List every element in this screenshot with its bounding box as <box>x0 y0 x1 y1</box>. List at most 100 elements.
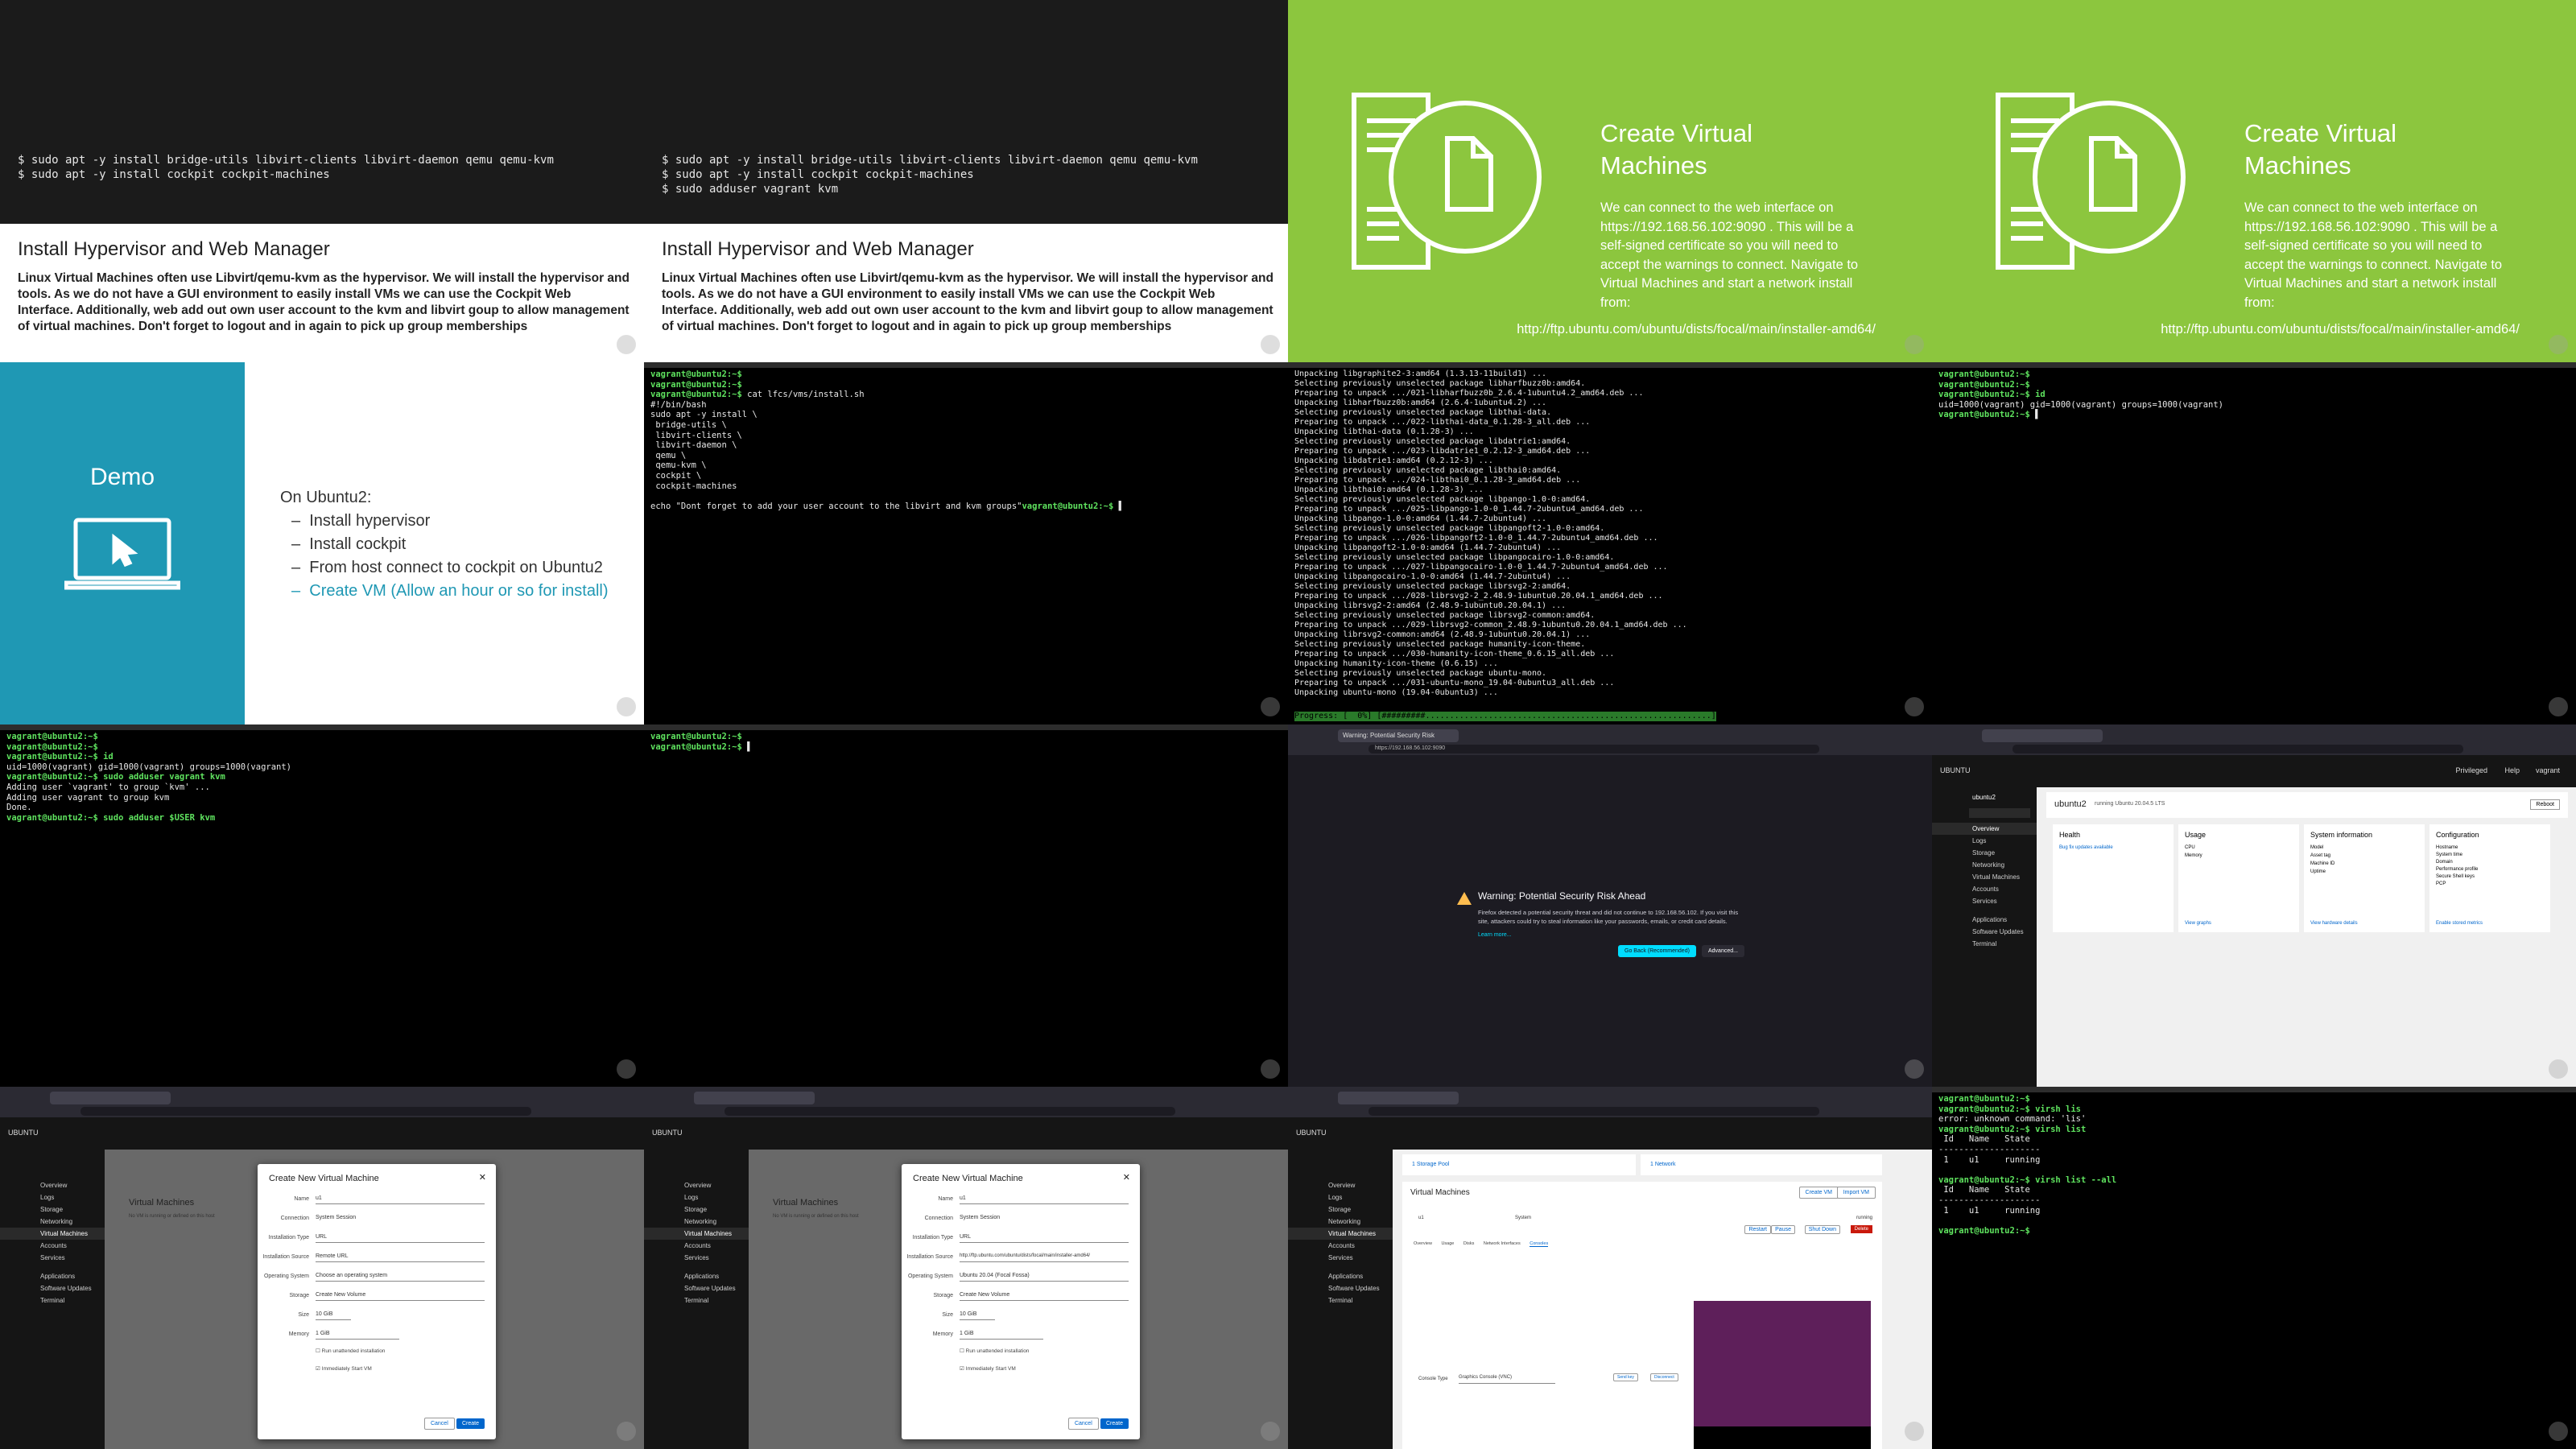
storage-select[interactable]: Create New Volume <box>316 1290 485 1301</box>
installer-url: http://ftp.ubuntu.com/ubuntu/dists/focal… <box>2161 322 2520 336</box>
nav-terminal[interactable]: Terminal <box>1932 938 2037 950</box>
nav-logs[interactable]: Logs <box>1932 835 2037 847</box>
network-card[interactable]: 1 Network <box>1641 1154 1882 1175</box>
address-bar[interactable]: https://192.168.56.102:9090 <box>1368 745 1819 753</box>
delete-button[interactable]: Delete <box>1850 1225 1872 1233</box>
terminal-adduser[interactable]: vagrant@ubuntu2:~$ vagrant@ubuntu2:~$ va… <box>0 724 644 1087</box>
nav-applications[interactable]: Applications <box>1932 914 2037 926</box>
browser-security-warning: Warning: Potential Security Risk https:/… <box>1288 724 1932 1087</box>
console-type-label: Console Type <box>1418 1377 1448 1381</box>
create-button[interactable]: Create <box>456 1418 485 1429</box>
close-icon[interactable]: ✕ <box>1123 1172 1130 1183</box>
connection-radio[interactable]: System Session <box>316 1212 485 1224</box>
cockpit-create-vm-filled: UBUNTU Overview Logs Storage Networking … <box>644 1087 1288 1449</box>
cockpit-sidebar: Overview Logs Storage Networking Virtual… <box>0 1150 105 1449</box>
pause-button[interactable]: Pause <box>1771 1225 1795 1234</box>
unattended-checkbox[interactable]: ☐ Run unattended installation <box>258 1348 496 1354</box>
size-input[interactable]: 10 GiB <box>960 1309 995 1320</box>
nav-storage[interactable]: Storage <box>1932 847 2037 859</box>
storage-pool-card[interactable]: 1 Storage Pool <box>1402 1154 1636 1175</box>
terminal-virsh-list[interactable]: vagrant@ubuntu2:~$ vagrant@ubuntu2:~$ vi… <box>1932 1087 2576 1449</box>
code-text: $ sudo apt -y install bridge-utils libvi… <box>662 154 1198 196</box>
host-label[interactable]: ubuntu2 <box>1932 787 2037 803</box>
vm-panel: Virtual Machines Create VM Import VM u1 … <box>1402 1182 1882 1449</box>
connection-radio[interactable]: System Session <box>960 1212 1129 1224</box>
console-type-select[interactable]: Graphics Console (VNC) <box>1459 1375 1555 1384</box>
nav-accounts[interactable]: Accounts <box>1932 883 2037 895</box>
memory-slider[interactable]: 1 GiB <box>960 1328 1043 1340</box>
cockpit-create-vm-empty: UBUNTU Overview Logs Storage Networking … <box>0 1087 644 1449</box>
slide-title: Install Hypervisor and Web Manager <box>18 238 330 260</box>
tab-overview[interactable]: Overview <box>1414 1241 1432 1246</box>
installer-url: http://ftp.ubuntu.com/ubuntu/dists/focal… <box>1517 322 1876 336</box>
search-input[interactable] <box>1969 808 2030 818</box>
cancel-button[interactable]: Cancel <box>1067 1418 1099 1430</box>
privileged-button[interactable]: Privileged <box>2455 766 2487 774</box>
terminal-install-script[interactable]: vagrant@ubuntu2:~$ vagrant@ubuntu2:~$ va… <box>644 362 1288 724</box>
watermark-icon <box>1905 1422 1924 1441</box>
name-input[interactable]: u1 <box>960 1193 1129 1204</box>
size-input[interactable]: 10 GiB <box>316 1309 351 1320</box>
start-vm-checkbox[interactable]: ☑ Immediately Start VM <box>258 1365 496 1372</box>
configuration-card: Configuration Hostname System time Domai… <box>2429 824 2550 932</box>
install-type-select[interactable]: URL <box>960 1232 1129 1243</box>
name-input[interactable]: u1 <box>316 1193 485 1204</box>
slide-body: We can connect to the web interface on h… <box>1600 200 1859 310</box>
demo-title: Demo <box>89 464 155 490</box>
tab-disks[interactable]: Disks <box>1463 1241 1474 1246</box>
cockpit-sidebar: ubuntu2 Overview Logs Storage Networking… <box>1932 787 2037 1087</box>
cockpit-topbar: UBUNTU Privileged Help vagrant <box>1932 755 2576 787</box>
code-text: $ sudo apt -y install bridge-utils libvi… <box>18 154 554 181</box>
nav-networking[interactable]: Networking <box>1932 859 2037 871</box>
system-info-card: System information Model Asset tag Machi… <box>2304 824 2425 932</box>
cockpit-vm-console: UBUNTU Overview Logs Storage Networking … <box>1288 1087 1932 1449</box>
disconnect-button[interactable]: Disconnect <box>1650 1373 1678 1381</box>
terminal-empty[interactable]: vagrant@ubuntu2:~$ vagrant@ubuntu2:~$ ▌ <box>644 724 1288 1087</box>
terminal-id[interactable]: vagrant@ubuntu2:~$ vagrant@ubuntu2:~$ va… <box>1932 362 2576 724</box>
slide-demo: Demo On Ubuntu2: – Install hypervisor – … <box>0 362 644 724</box>
create-vm-button[interactable]: Create VM <box>1798 1187 1839 1199</box>
start-vm-checkbox[interactable]: ☑ Immediately Start VM <box>902 1365 1140 1372</box>
vm-tabs: Overview Usage Disks Network Interfaces … <box>1414 1241 1549 1247</box>
tab-consoles[interactable]: Consoles <box>1530 1241 1549 1247</box>
slide-body: Linux Virtual Machines often use Libvirt… <box>18 271 630 333</box>
vm-row[interactable]: u1 System running Restart Pause Shut Dow… <box>1410 1212 1876 1236</box>
os-select[interactable]: Ubuntu 20.04 (Focal Fossa) <box>960 1270 1129 1282</box>
user-menu[interactable]: vagrant <box>2536 766 2560 774</box>
watermark-icon <box>1261 1422 1280 1441</box>
reboot-button[interactable]: Reboot <box>2530 799 2560 810</box>
demo-intro: On Ubuntu2: <box>280 489 372 506</box>
vnc-console[interactable] <box>1694 1301 1871 1449</box>
import-vm-button[interactable]: Import VM <box>1836 1187 1876 1199</box>
close-icon[interactable]: ✕ <box>479 1172 486 1183</box>
shutdown-button[interactable]: Shut Down <box>1804 1225 1840 1234</box>
advanced-button[interactable]: Advanced... <box>1702 945 1744 957</box>
install-source-input[interactable]: http://ftp.ubuntu.com/ubuntu/dists/focal… <box>960 1251 1129 1262</box>
demo-panel: Demo <box>0 362 245 724</box>
restart-button[interactable]: Restart <box>1744 1225 1771 1234</box>
tab-network-interfaces[interactable]: Network Interfaces <box>1484 1241 1521 1246</box>
server-document-icon <box>1352 93 1542 270</box>
terminal-apt-output[interactable]: Unpacking libgraphite2-3:amd64 (1.3.13-1… <box>1288 362 1932 724</box>
usage-card: Usage CPU Memory View graphs <box>2178 824 2299 932</box>
unattended-checkbox[interactable]: ☐ Run unattended installation <box>902 1348 1140 1354</box>
browser-tab[interactable]: Warning: Potential Security Risk <box>1338 729 1459 742</box>
nav-overview[interactable]: Overview <box>1932 823 2037 835</box>
os-select[interactable]: Choose an operating system <box>316 1270 485 1282</box>
warning-text: Firefox detected a potential security th… <box>1478 909 1739 925</box>
go-back-button[interactable]: Go Back (Recommended) <box>1618 945 1696 957</box>
storage-select[interactable]: Create New Volume <box>960 1290 1129 1301</box>
help-button[interactable]: Help <box>2504 766 2520 774</box>
nav-virtual-machines[interactable]: Virtual Machines <box>1932 871 2037 883</box>
send-key-button[interactable]: Send key <box>1613 1373 1638 1381</box>
install-source-input[interactable]: Remote URL <box>316 1251 485 1262</box>
nav-services[interactable]: Services <box>1932 895 2037 907</box>
install-type-select[interactable]: URL <box>316 1232 485 1243</box>
cancel-button[interactable]: Cancel <box>423 1418 455 1430</box>
memory-slider[interactable]: 1 GiB <box>316 1328 399 1340</box>
nav-software-updates[interactable]: Software Updates <box>1932 926 2037 938</box>
tab-usage[interactable]: Usage <box>1441 1241 1454 1246</box>
create-button[interactable]: Create <box>1100 1418 1129 1429</box>
code-block: $ sudo apt -y install bridge-utils libvi… <box>644 0 1288 224</box>
learn-more-link[interactable]: Learn more... <box>1478 932 1512 938</box>
